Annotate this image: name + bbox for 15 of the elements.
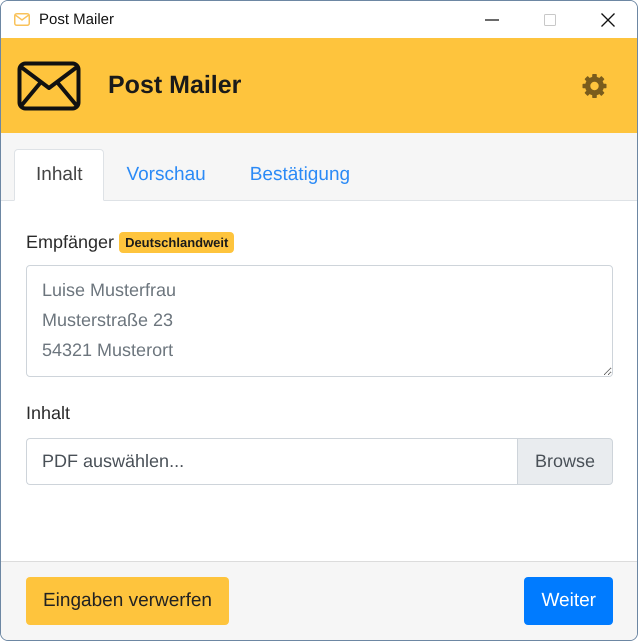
next-button[interactable]: Weiter: [524, 577, 613, 625]
app-title: Post Mailer: [108, 71, 242, 100]
envelope-icon: [17, 60, 81, 110]
window-title: Post Mailer: [39, 11, 114, 28]
settings-icon[interactable]: [582, 74, 607, 98]
address-field[interactable]: Luise Musterfrau Musterstraße 23 54321 Musterort: [26, 265, 613, 377]
close-icon[interactable]: [601, 12, 615, 26]
field-label: Inhalt: [26, 403, 72, 424]
app-envelope-icon: [14, 13, 30, 26]
region-badge: Deutschlandweit: [119, 232, 234, 252]
browse-button[interactable]: Browse: [517, 438, 613, 485]
reset-button[interactable]: Eingaben verwerfen: [26, 577, 229, 625]
field-label: Empfänger: [26, 232, 114, 252]
tab[interactable]: Inhalt: [14, 149, 104, 201]
file-input-field[interactable]: PDF auswählen...: [26, 438, 517, 485]
